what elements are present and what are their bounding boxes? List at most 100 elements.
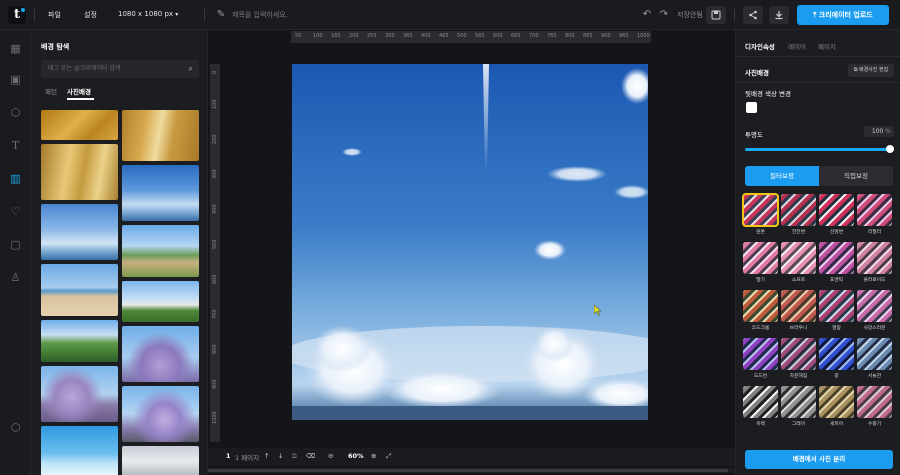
filter-option[interactable]: 사망스러운 (857, 290, 892, 336)
menu-settings[interactable]: 설정 (84, 10, 97, 20)
undo-icon[interactable]: ↶ (640, 8, 654, 22)
image-icon[interactable]: ▣ (8, 72, 23, 87)
background-thumb[interactable] (41, 426, 118, 475)
background-thumb[interactable] (41, 264, 118, 316)
filter-preview (819, 194, 854, 226)
search-input[interactable]: 태그 또는 @크리에이터 검색 ⌕ (41, 60, 199, 78)
filter-option[interactable]: 그레이 (781, 386, 816, 432)
filter-option[interactable]: 도드런 (743, 338, 778, 384)
menu-file[interactable]: 파일 (48, 10, 61, 20)
filter-option[interactable]: 서늘한 (857, 338, 892, 384)
favorite-icon[interactable]: ♡ (8, 204, 23, 219)
filter-option[interactable]: 브라우니 (781, 290, 816, 336)
tab-pattern[interactable]: 패턴 (45, 86, 57, 96)
filter-preview (781, 242, 816, 274)
filter-option[interactable]: 세피아 (819, 386, 854, 432)
filter-name: 차분해짐 (789, 374, 808, 379)
background-thumb[interactable] (122, 225, 199, 277)
filter-preview (743, 386, 778, 418)
opacity-slider[interactable] (745, 148, 890, 151)
save-button[interactable] (706, 6, 726, 24)
edit-background-photo-button[interactable]: ⧉ 배경사진 편집 (848, 64, 894, 77)
separate-photo-button[interactable]: 배경에서 사진 분리 (745, 450, 893, 469)
filter-option[interactable]: 딸기 (743, 242, 778, 288)
bg-color-swatch[interactable] (746, 102, 757, 113)
filter-option[interactable]: 열람 (819, 290, 854, 336)
element-icon[interactable]: ⬡ (8, 105, 23, 120)
filter-preview (743, 290, 778, 322)
background-thumb[interactable] (41, 110, 118, 140)
filter-option[interactable]: 광 (819, 338, 854, 384)
pencil-icon: ✎ (216, 9, 226, 20)
zoom-out-icon[interactable]: ⊖ (328, 452, 333, 460)
ruler-tick-label: 800 (565, 33, 575, 39)
opacity-input[interactable]: 100 % (864, 126, 894, 137)
background-icon[interactable]: ▥ (8, 171, 23, 186)
divider (34, 9, 35, 21)
filter-option[interactable]: 플라로이드 (857, 242, 892, 288)
tab-design-properties[interactable]: 디자인속성 (745, 41, 775, 51)
background-thumb[interactable] (41, 144, 118, 200)
background-thumb[interactable] (122, 446, 199, 475)
background-thumb[interactable] (122, 281, 199, 322)
background-browser-panel: 배경 탐색 태그 또는 @크리에이터 검색 ⌕ 패턴 사진배경 (31, 30, 208, 475)
search-placeholder: 태그 또는 @크리에이터 검색 (48, 65, 121, 72)
upload-photo-icon[interactable]: ▢ (8, 237, 23, 252)
canvas-size-dropdown[interactable]: 1080 x 1080 px ▾ (118, 10, 178, 18)
filter-option[interactable]: 포멘틱 (819, 242, 854, 288)
ruler-tick-label: 465 (439, 33, 449, 39)
background-thumb[interactable] (41, 366, 118, 422)
text-icon[interactable]: T (8, 138, 23, 153)
filter-name: 플라로이드 (863, 278, 886, 283)
background-thumb[interactable] (122, 326, 199, 382)
page-down-icon[interactable]: ↓ (278, 452, 283, 460)
divider (204, 9, 205, 21)
share-button[interactable] (743, 6, 763, 24)
search-icon[interactable]: ⌕ (189, 60, 193, 78)
filter-option[interactable]: 코드크롬 (743, 290, 778, 336)
design-artboard[interactable] (292, 64, 648, 420)
horizontal-scrollbar[interactable] (208, 468, 735, 473)
fit-screen-icon[interactable]: ⤢ (386, 452, 391, 461)
filter-option[interactable]: 선명변 (819, 194, 854, 240)
filter-option[interactable]: 수중기 (857, 386, 892, 432)
tab-layer[interactable]: 레이어 (788, 41, 806, 51)
filter-name: 사망스러운 (863, 326, 886, 331)
filter-option[interactable]: 소프트 (781, 242, 816, 288)
duplicate-page-icon[interactable]: ⧉ (292, 452, 297, 461)
page-up-icon[interactable]: ↑ (264, 452, 269, 460)
template-icon[interactable]: ▦ (8, 41, 23, 56)
creator-upload-button[interactable]: ⤒ 크리에이터 업로드 (797, 5, 889, 25)
download-button[interactable] (769, 6, 789, 24)
filter-preview (857, 386, 892, 418)
ruler-tick-label: 50 (295, 33, 302, 39)
delete-page-icon[interactable]: ⌫ (306, 452, 315, 460)
ruler-tick-label: 700 (529, 33, 539, 39)
background-thumb[interactable] (122, 165, 199, 221)
filter-adjust-tab[interactable]: 필터보정 (745, 166, 819, 186)
tools-icon[interactable]: ⬡ (8, 420, 23, 435)
zoom-in-icon[interactable]: ⊕ (371, 452, 376, 460)
tab-page[interactable]: 페이지 (818, 41, 836, 51)
filter-option[interactable]: 원본 (742, 193, 779, 240)
filter-name: 그레이 (791, 422, 806, 427)
opacity-slider-handle[interactable] (886, 145, 894, 153)
background-thumb[interactable] (122, 386, 199, 442)
person-icon[interactable]: ♙ (8, 270, 23, 285)
filter-option[interactable]: 흑백 (743, 386, 778, 432)
background-thumb[interactable] (41, 320, 118, 362)
app-logo-icon[interactable]: t (8, 6, 26, 24)
title-input[interactable]: 제목을 입력하세요. (232, 10, 288, 20)
background-thumb[interactable] (41, 204, 118, 260)
scrollbar-thumb[interactable] (208, 469, 728, 472)
redo-icon[interactable]: ↷ (657, 8, 671, 22)
background-thumb[interactable] (122, 110, 199, 161)
manual-adjust-tab[interactable]: 직접보정 (819, 166, 893, 186)
tab-photo-background[interactable]: 사진배경 (67, 86, 91, 96)
ruler-tick-label: 865 (583, 33, 593, 39)
filter-option[interactable]: 전전변 (781, 194, 816, 240)
filter-option[interactable]: 차분해짐 (781, 338, 816, 384)
filter-option[interactable]: 리필터 (857, 194, 892, 240)
opacity-unit: % (885, 128, 891, 135)
ruler-tick-label: 965 (619, 33, 629, 39)
